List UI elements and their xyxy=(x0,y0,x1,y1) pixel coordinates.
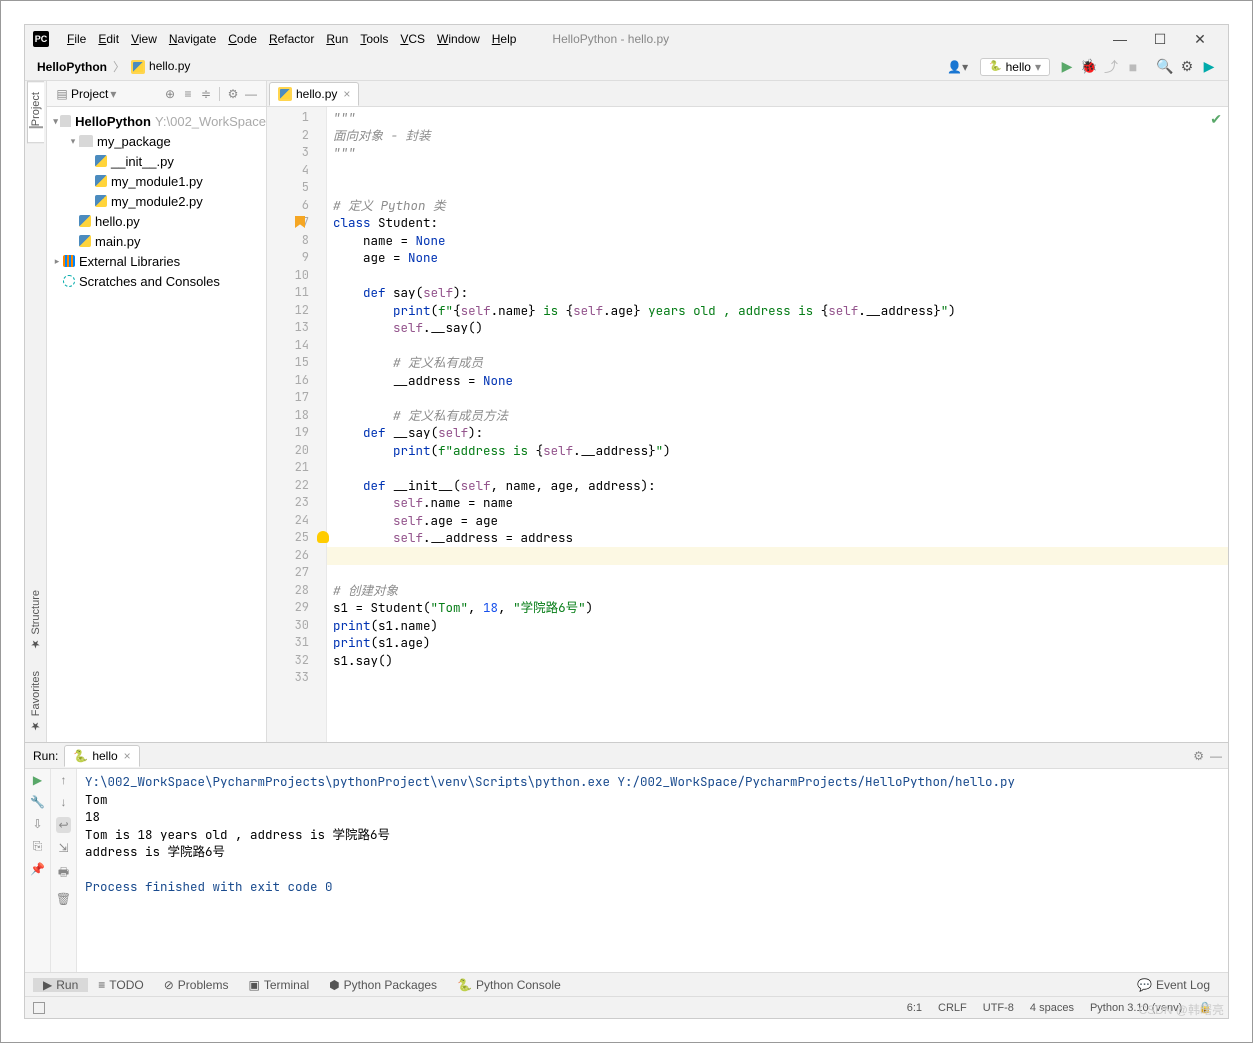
project-pane-title[interactable]: Project xyxy=(71,87,108,101)
tool-tab-favorites[interactable]: ★ Favorites xyxy=(27,661,44,742)
menu-refactor[interactable]: Refactor xyxy=(263,32,320,46)
menu-code[interactable]: Code xyxy=(222,32,263,46)
bottom-tab-terminal[interactable]: ▣ Terminal xyxy=(238,978,319,992)
settings-icon[interactable]: ⚙ xyxy=(224,87,242,101)
indent-settings[interactable]: 4 spaces xyxy=(1022,1002,1082,1014)
bottom-tab-packages[interactable]: ⬢ Python Packages xyxy=(319,978,447,992)
menu-view[interactable]: View xyxy=(125,32,163,46)
menu-tools[interactable]: Tools xyxy=(354,32,394,46)
menu-edit[interactable]: Edit xyxy=(92,32,125,46)
run-coverage-button[interactable]: ⤴ xyxy=(1100,57,1122,77)
tree-item[interactable]: my_module2.py xyxy=(47,191,266,211)
project-pane-header: ▤ Project ▾ ⊕ ≡ ≑ ⚙ — xyxy=(47,81,266,107)
breadcrumb-project[interactable]: HelloPython xyxy=(33,60,111,74)
tree-item[interactable]: ▾my_package xyxy=(47,131,266,151)
window-title: HelloPython - hello.py xyxy=(552,32,1100,46)
close-button[interactable]: ✕ xyxy=(1180,25,1220,53)
maximize-button[interactable]: ☐ xyxy=(1140,25,1180,53)
tree-item[interactable]: main.py xyxy=(47,231,266,251)
bottom-tab-todo[interactable]: ≡ TODO xyxy=(88,978,153,992)
clear-icon[interactable]: 🗑 xyxy=(56,892,71,906)
settings-button[interactable]: ⚙ xyxy=(1176,58,1198,75)
menu-file[interactable]: File xyxy=(61,32,92,46)
caret-position[interactable]: 6:1 xyxy=(899,1002,930,1014)
editor-tab-hello[interactable]: hello.py × xyxy=(269,82,359,106)
bottom-tab-python-console[interactable]: 🐍 Python Console xyxy=(447,978,571,992)
pin-icon[interactable]: 📌 xyxy=(30,862,45,876)
event-log-button[interactable]: 💬 Event Log xyxy=(1127,978,1220,992)
stop-icon[interactable]: ⇩ xyxy=(32,817,42,831)
rerun-button[interactable]: ▶ xyxy=(33,773,42,787)
bottom-toolbar: ▶ Run ≡ TODO ⊘ Problems ▣ Terminal ⬢ Pyt… xyxy=(25,972,1228,996)
minimize-button[interactable]: — xyxy=(1100,25,1140,53)
left-tool-tabs: Project ★ Structure ★ Favorites xyxy=(25,81,47,742)
run-button[interactable]: ▶ xyxy=(1056,58,1078,75)
python-file-icon xyxy=(278,87,292,101)
soft-wrap-icon[interactable]: ↩ xyxy=(56,817,70,833)
user-dropdown-icon[interactable]: 👤▾ xyxy=(947,60,968,74)
menu-vcs[interactable]: VCS xyxy=(394,32,431,46)
collapse-icon[interactable]: ≑ xyxy=(197,87,215,101)
python-file-icon xyxy=(131,60,145,74)
menu-help[interactable]: Help xyxy=(486,32,523,46)
app-icon: PC xyxy=(33,31,49,47)
menu-navigate[interactable]: Navigate xyxy=(163,32,222,46)
tree-item[interactable]: ▸External Libraries xyxy=(47,251,266,271)
watermark: CSDN @韩曙亮 xyxy=(1138,1001,1224,1018)
tree-item[interactable]: __init__.py xyxy=(47,151,266,171)
up-icon[interactable]: ↑ xyxy=(61,773,67,787)
tool-tab-project[interactable]: Project xyxy=(27,81,44,143)
console-output[interactable]: Y:\002_WorkSpace\PycharmProjects\pythonP… xyxy=(77,769,1228,972)
file-encoding[interactable]: UTF-8 xyxy=(975,1002,1022,1014)
code-area[interactable]: """面向对象 - 封装""" # 定义 Python 类class Stude… xyxy=(327,107,1228,742)
tree-item[interactable]: my_module1.py xyxy=(47,171,266,191)
run-tab-hello[interactable]: 🐍hello× xyxy=(64,745,139,767)
debug-button[interactable]: 🐞 xyxy=(1078,58,1100,75)
run-tool-window: Run: 🐍hello× ⚙ — ▶ 🔧 ⇩ ⎘ 📌 ↑ ↓ ↩ ⇲ 🖶 🗑 Y… xyxy=(25,742,1228,972)
search-everywhere-button[interactable]: 🔍 xyxy=(1154,58,1176,75)
scroll-to-end-icon[interactable]: ⇲ xyxy=(58,841,68,855)
fold-gutter[interactable] xyxy=(315,107,327,742)
project-tree[interactable]: ▾HelloPythonY:\002_WorkSpace▾my_package_… xyxy=(47,107,266,742)
run-label: Run: xyxy=(33,749,64,763)
project-view-icon[interactable]: ▤ xyxy=(53,87,71,101)
run-toolbar-primary: ▶ 🔧 ⇩ ⎘ 📌 xyxy=(25,769,51,972)
bottom-tab-run[interactable]: ▶ Run xyxy=(33,978,88,992)
navigation-bar: HelloPython 〉 hello.py 👤▾ 🐍hello ▾ ▶ 🐞 ⤴… xyxy=(25,53,1228,81)
breadcrumb-file[interactable]: hello.py xyxy=(127,59,194,74)
expand-icon[interactable]: ≡ xyxy=(179,87,197,101)
tree-item[interactable]: ▾HelloPythonY:\002_WorkSpace xyxy=(47,111,266,131)
locate-icon[interactable]: ⊕ xyxy=(161,87,179,101)
line-number-gutter[interactable]: 1234567891011121314151617181920212223242… xyxy=(267,107,315,742)
tree-item[interactable]: Scratches and Consoles xyxy=(47,271,266,291)
run-settings-icon[interactable]: ⚙ xyxy=(1193,749,1204,763)
run-hide-icon[interactable]: — xyxy=(1210,749,1222,763)
tool-tab-structure[interactable]: ★ Structure xyxy=(27,580,44,661)
main-menu: FileEditViewNavigateCodeRefactorRunTools… xyxy=(61,32,522,46)
print-icon[interactable]: 🖶 xyxy=(58,863,69,884)
run-toolbar-secondary: ↑ ↓ ↩ ⇲ 🖶 🗑 xyxy=(51,769,77,972)
tool-windows-toggle-icon[interactable] xyxy=(33,1002,45,1014)
menu-run[interactable]: Run xyxy=(320,32,354,46)
titlebar: PC FileEditViewNavigateCodeRefactorRunTo… xyxy=(25,25,1228,53)
run-anything-button[interactable]: ▶ xyxy=(1198,58,1220,75)
down-icon[interactable]: ↓ xyxy=(61,795,67,809)
stop-button[interactable]: ■ xyxy=(1122,59,1144,75)
status-bar: 6:1 CRLF UTF-8 4 spaces Python 3.10 (ven… xyxy=(25,996,1228,1018)
menu-window[interactable]: Window xyxy=(431,32,486,46)
hide-icon[interactable]: — xyxy=(242,87,260,101)
project-tool-window: ▤ Project ▾ ⊕ ≡ ≑ ⚙ — ▾HelloPythonY:\002… xyxy=(47,81,267,742)
layout-icon[interactable]: ⎘ xyxy=(33,839,43,854)
python-logo-icon: 🐍 xyxy=(989,61,1001,72)
bottom-tab-problems[interactable]: ⊘ Problems xyxy=(154,978,239,992)
tree-item[interactable]: hello.py xyxy=(47,211,266,231)
close-tab-icon[interactable]: × xyxy=(343,87,350,101)
run-configuration-selector[interactable]: 🐍hello ▾ xyxy=(980,58,1050,76)
editor-area: hello.py × 12345678910111213141516171819… xyxy=(267,81,1228,742)
modify-run-config-icon[interactable]: 🔧 xyxy=(30,795,45,809)
editor[interactable]: 1234567891011121314151617181920212223242… xyxy=(267,107,1228,742)
line-separator[interactable]: CRLF xyxy=(930,1002,975,1014)
breadcrumb-separator: 〉 xyxy=(111,58,127,75)
editor-tabs: hello.py × xyxy=(267,81,1228,107)
